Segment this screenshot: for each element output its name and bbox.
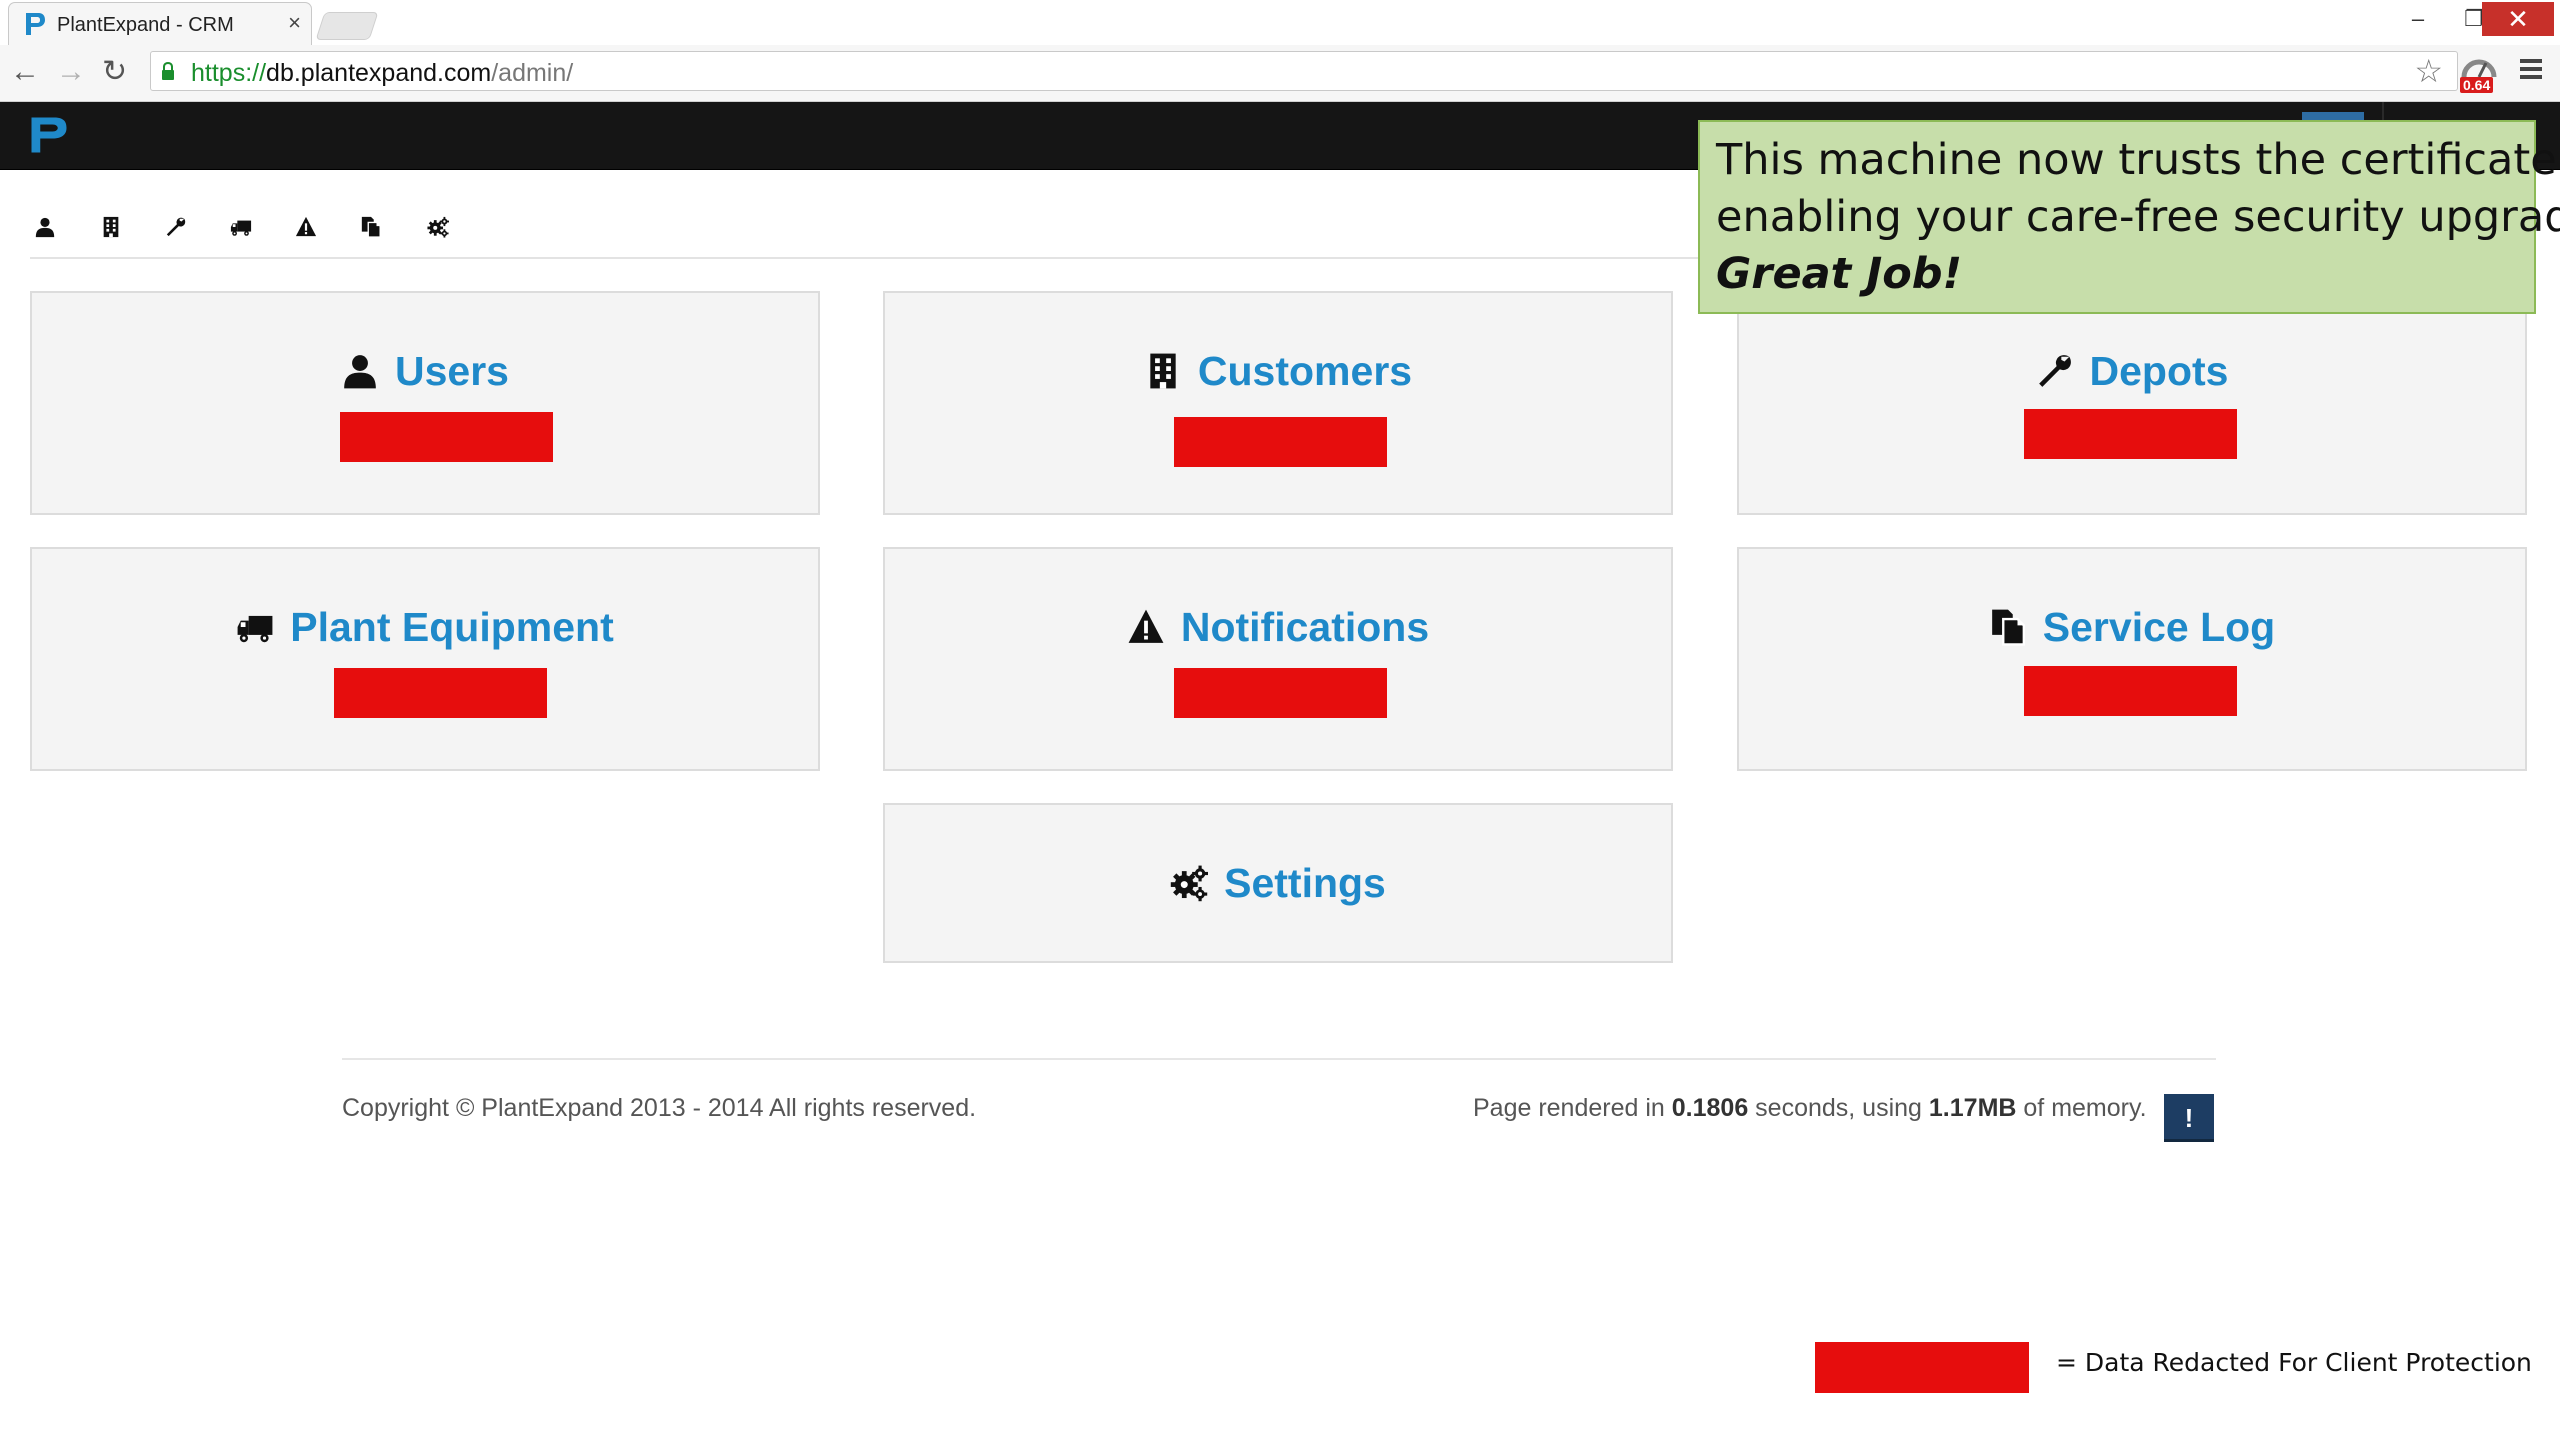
user-icon[interactable]	[30, 212, 60, 242]
browser-menu-icon[interactable]	[2520, 59, 2542, 81]
redacted-count	[1174, 668, 1387, 718]
redacted-count	[1174, 417, 1387, 467]
lock-icon[interactable]	[161, 62, 175, 80]
redacted-count	[2024, 666, 2237, 716]
tile-customers[interactable]: Customers	[883, 291, 1673, 515]
tile-header: Plant Equipment	[32, 599, 818, 655]
redacted-count	[334, 668, 547, 718]
wrench-icon	[2036, 352, 2074, 390]
perf-time: 0.1806	[1671, 1094, 1749, 1122]
copy-icon	[1989, 608, 2027, 646]
plantexpand-favicon-icon	[26, 13, 45, 35]
debug-button[interactable]: !	[2164, 1094, 2214, 1142]
browser-tab[interactable]: PlantExpand - CRM ×	[8, 2, 312, 45]
extension-badge: 0.64	[2460, 77, 2494, 93]
redacted-count	[2024, 409, 2237, 459]
performance-text: Page rendered in 0.1806 seconds, using 1…	[1473, 1094, 2147, 1123]
tile-header: Depots	[1739, 343, 2525, 399]
back-arrow-icon[interactable]: ←	[10, 57, 40, 87]
tile-label[interactable]: Service Log	[2043, 604, 2275, 651]
tile-service-log[interactable]: Service Log	[1737, 547, 2527, 771]
truck-icon	[236, 608, 274, 646]
new-tab-button[interactable]	[315, 12, 379, 40]
address-bar[interactable]: https://db.plantexpand.com/admin/ ☆	[150, 51, 2458, 91]
warning-icon[interactable]	[291, 212, 321, 242]
cogs-icon	[1170, 864, 1208, 902]
redaction-legend-text: = Data Redacted For Client Protection	[2056, 1348, 2532, 1377]
redaction-legend-swatch	[1815, 1342, 2029, 1393]
tab-close-icon[interactable]: ×	[288, 12, 301, 34]
tile-depots[interactable]: Depots	[1737, 291, 2527, 515]
tile-header: Service Log	[1739, 599, 2525, 655]
toast-emphasis: Great Job!	[1716, 249, 1963, 299]
footer-divider	[342, 1058, 2216, 1060]
tile-label[interactable]: Notifications	[1181, 604, 1429, 651]
tile-users[interactable]: Users	[30, 291, 820, 515]
extension-icon[interactable]: 0.64	[2460, 51, 2498, 93]
plantexpand-logo-icon[interactable]	[28, 114, 70, 156]
tile-settings[interactable]: Settings	[883, 803, 1673, 963]
certificate-toast: This machine now trusts the certificate,…	[1698, 120, 2560, 314]
tile-plant-equipment[interactable]: Plant Equipment	[30, 547, 820, 771]
window-minimize-button[interactable]: –	[2390, 2, 2446, 36]
cogs-icon[interactable]	[423, 212, 453, 242]
perf-prefix: Page rendered in	[1473, 1094, 1672, 1122]
window-close-button[interactable]: ✕	[2482, 2, 2554, 36]
url-protocol: https://	[191, 59, 267, 87]
tile-header: Customers	[885, 343, 1671, 399]
tab-title: PlantExpand - CRM	[57, 14, 234, 36]
navbar-active-indicator[interactable]	[2302, 112, 2364, 120]
warning-icon	[1127, 608, 1165, 646]
bookmark-star-icon[interactable]: ☆	[2414, 54, 2443, 88]
forward-arrow-icon[interactable]: →	[56, 57, 86, 87]
user-icon	[341, 352, 379, 390]
tile-label[interactable]: Depots	[2090, 348, 2229, 395]
tile-header: Users	[32, 343, 818, 399]
copy-icon[interactable]	[356, 212, 386, 242]
reload-icon[interactable]: ↻	[102, 57, 127, 87]
tile-label[interactable]: Users	[395, 348, 509, 395]
tile-notifications[interactable]: Notifications	[883, 547, 1673, 771]
tile-header: Notifications	[885, 599, 1671, 655]
redacted-count	[340, 412, 553, 462]
truck-icon[interactable]	[226, 212, 256, 242]
perf-memory: 1.17MB	[1928, 1094, 2017, 1122]
wrench-icon[interactable]	[161, 212, 191, 242]
toast-line: enabling your care-free security upgrade	[1716, 192, 2560, 242]
copyright-text: Copyright © PlantExpand 2013 - 2014 All …	[342, 1094, 977, 1122]
perf-middle: seconds, using	[1748, 1094, 1929, 1122]
perf-suffix: of memory.	[2016, 1094, 2147, 1122]
url-text: https://db.plantexpand.com/admin/	[191, 59, 573, 88]
building-icon[interactable]	[96, 212, 126, 242]
url-path: /admin/	[491, 59, 574, 87]
url-host: db.plantexpand.com	[266, 59, 492, 87]
tile-header: Settings	[885, 855, 1671, 911]
browser-tabstrip: PlantExpand - CRM × – ❐ ✕	[0, 0, 2560, 45]
toast-line: This machine now trusts the certificate,	[1716, 135, 2560, 185]
tile-label[interactable]: Settings	[1224, 860, 1386, 907]
building-icon	[1144, 352, 1182, 390]
tile-label[interactable]: Customers	[1198, 348, 1412, 395]
tile-label[interactable]: Plant Equipment	[290, 604, 613, 651]
toolbar-divider	[30, 257, 1730, 259]
browser-toolbar: ← → ↻ https://db.plantexpand.com/admin/ …	[0, 45, 2560, 102]
